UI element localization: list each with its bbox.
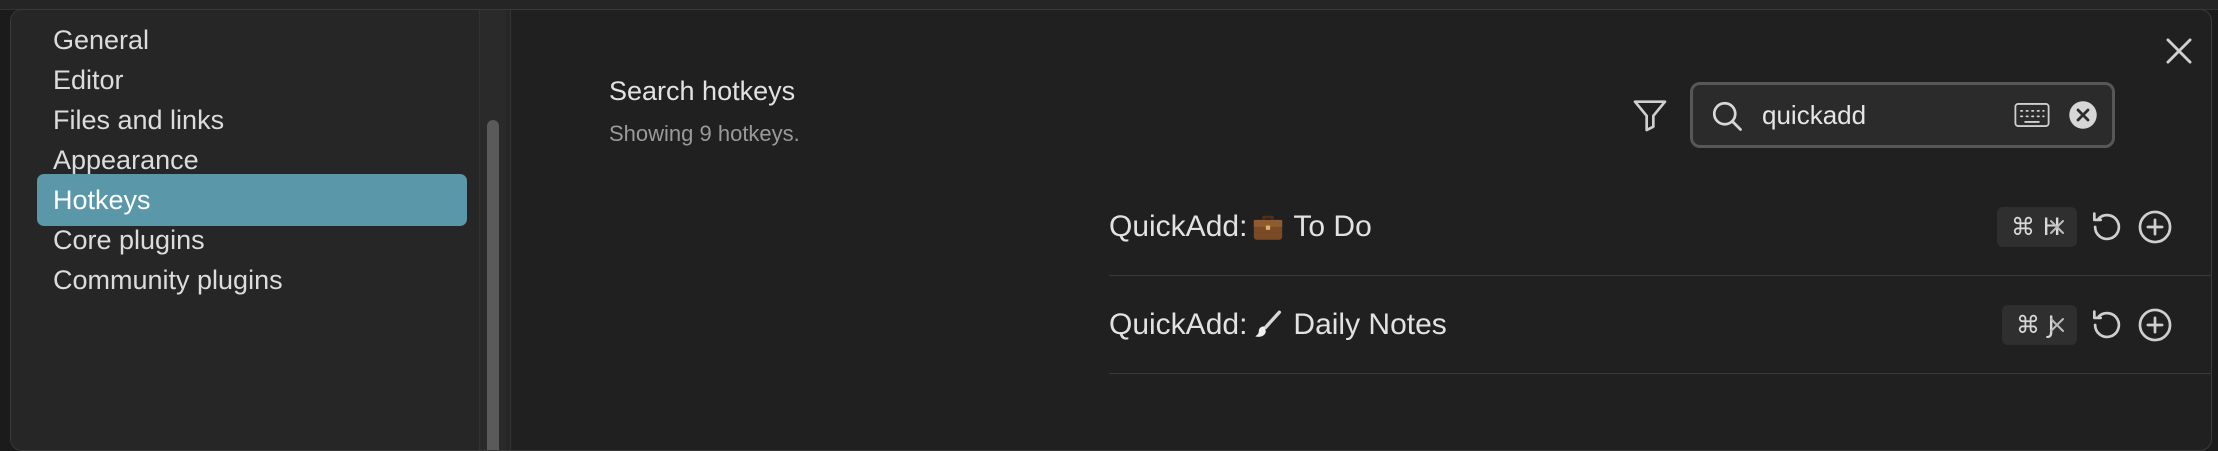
command-prefix: QuickAdd: (1109, 308, 1248, 341)
settings-modal: General Editor Files and links Appearanc… (10, 9, 2212, 451)
paintbrush-icon (1255, 310, 1282, 337)
hotkey-command-label: QuickAdd: To Do (1109, 178, 1372, 276)
add-hotkey-icon[interactable] (2136, 208, 2174, 246)
command-name: Daily Notes (1293, 308, 1447, 341)
keyboard-icon[interactable] (2014, 100, 2050, 130)
search-hotkeys-title: Search hotkeys (609, 76, 796, 106)
hotkey-command-label: QuickAdd: Daily Notes (1109, 276, 1447, 374)
remove-hotkey-icon[interactable] (2045, 215, 2069, 239)
close-icon[interactable] (2160, 32, 2198, 70)
add-hotkey-icon[interactable] (2136, 306, 2174, 344)
row-divider (1109, 373, 2211, 374)
settings-sidebar: General Editor Files and links Appearanc… (11, 10, 511, 450)
sidebar-scrollbar[interactable] (479, 10, 506, 450)
sidebar-item-community-plugins[interactable]: Community plugins (37, 254, 467, 306)
search-icon (1712, 101, 1742, 131)
search-input[interactable] (1762, 93, 1992, 137)
command-prefix: QuickAdd: (1109, 210, 1248, 243)
clear-search-icon[interactable] (2068, 100, 2098, 130)
hotkey-row: QuickAdd: To Do ⌘ H (1109, 178, 2211, 276)
hotkeys-panel: Search hotkeys Showing 9 hotkeys. QuickA… (511, 10, 2211, 450)
command-name: To Do (1293, 210, 1372, 243)
restore-default-icon[interactable] (2088, 208, 2126, 246)
remove-hotkey-icon[interactable] (2045, 313, 2069, 337)
sidebar-scroll-thumb[interactable] (487, 120, 499, 450)
restore-default-icon[interactable] (2088, 306, 2126, 344)
filter-icon[interactable] (1630, 95, 1670, 135)
hotkey-count: Showing 9 hotkeys. (609, 121, 800, 146)
hotkey-chip: ⌘ J (2002, 305, 2077, 345)
hotkey-row: QuickAdd: Daily Notes ⌘ J (1109, 276, 2211, 374)
search-hotkeys-field[interactable] (1690, 82, 2115, 148)
hotkey-chip: ⌘ H (1997, 207, 2077, 247)
briefcase-icon (1254, 215, 1283, 240)
